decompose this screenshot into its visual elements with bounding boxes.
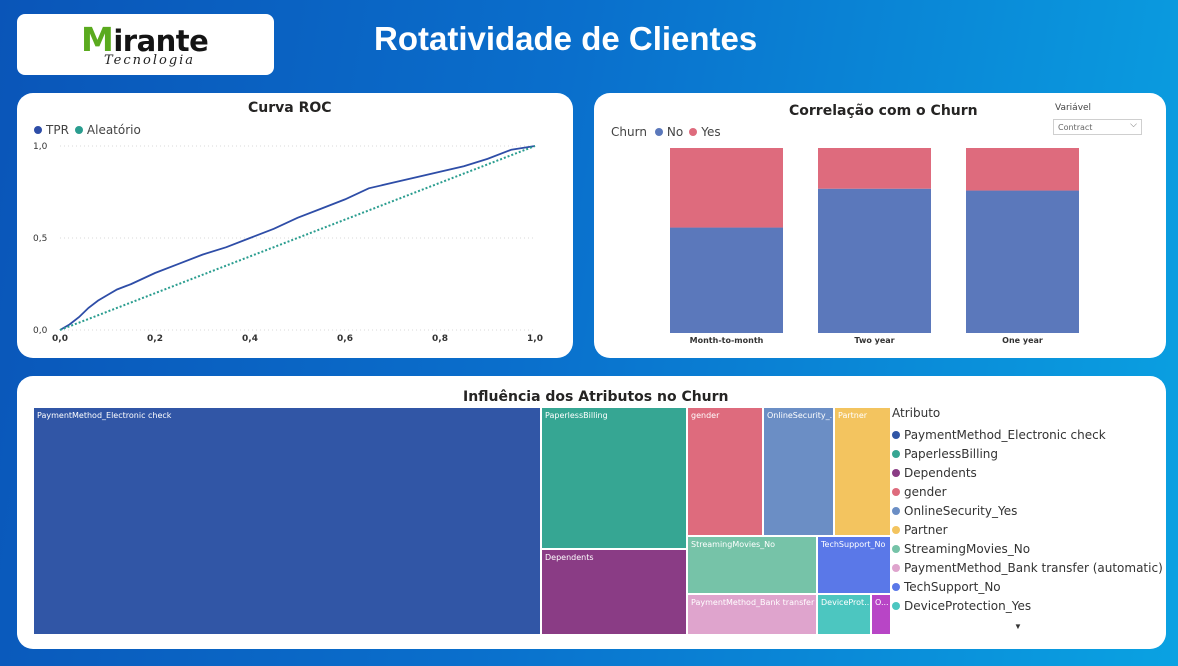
treemap-legend-item[interactable]: PaperlessBilling (892, 444, 1163, 463)
legend-label: DeviceProtection_Yes (904, 598, 1032, 613)
logo-subtitle: Tecnologia (104, 53, 196, 68)
treemap-tile[interactable]: Dependents (541, 549, 687, 635)
bar-yes (818, 148, 931, 189)
roc-x-tick-label: 1,0 (527, 334, 543, 344)
legend-label: StreamingMovies_No (904, 541, 1031, 556)
legend-label: gender (904, 484, 947, 499)
legend-scroll-down-icon[interactable]: ▼ (1014, 622, 1022, 631)
treemap-tile-label: O... (875, 598, 889, 607)
legend-label: Partner (904, 522, 948, 537)
roc-y-tick-label: 0,0 (33, 326, 48, 336)
legend-dot (892, 544, 900, 553)
treemap-tile-label: Dependents (545, 553, 594, 562)
treemap-legend-title: Atributo (892, 406, 941, 420)
treemap-tile-label: gender (691, 411, 720, 420)
bar-yes (966, 148, 1079, 191)
legend-dot (892, 430, 900, 439)
treemap-tile[interactable]: TechSupport_No (817, 536, 891, 594)
bar-no (966, 190, 1079, 333)
treemap-plot: PaymentMethod_Electronic check PaperlessB… (33, 407, 891, 635)
treemap-legend-item[interactable]: TechSupport_No (892, 577, 1163, 596)
legend-label: OnlineSecurity_Yes (904, 503, 1018, 518)
churn-chart-card[interactable]: Correlação com o Churn Churn No Yes Vari… (594, 93, 1166, 358)
roc-x-tick-label: 0,8 (432, 334, 448, 344)
treemap-tile[interactable]: Partner (834, 407, 891, 536)
logo-card: Mirante Tecnologia (17, 14, 274, 75)
roc-x-tick-label: 0,2 (147, 334, 163, 344)
treemap-tile-label: StreamingMovies_No (691, 540, 776, 549)
treemap-legend-item[interactable]: DeviceProtection_Yes (892, 596, 1163, 615)
page-title: Rotatividade de Clientes (374, 20, 758, 57)
bar-no (818, 188, 931, 333)
treemap-tile[interactable]: StreamingMovies_No (687, 536, 817, 594)
roc-y-tick-label: 0,5 (33, 234, 47, 244)
legend-dot (892, 487, 900, 496)
legend-label: Dependents (904, 465, 977, 480)
churn-plot: Month-to-month Two year One year (670, 148, 1079, 345)
treemap-tile-label: PaymentMethod_Electronic check (37, 411, 172, 420)
treemap-tile[interactable]: O... (871, 594, 891, 635)
roc-x-tick-label: 0,6 (337, 334, 353, 344)
treemap-legend-item[interactable]: PaymentMethod_Electronic check (892, 425, 1163, 444)
treemap-legend-item[interactable]: Partner (892, 520, 1163, 539)
roc-plot: 0,0 0,5 1,0 0,0 0,2 0,4 0,6 0,8 1,0 (33, 142, 543, 344)
treemap-legend-item[interactable]: PaymentMethod_Bank transfer (automatic) (892, 558, 1163, 577)
treemap-legend-item[interactable]: StreamingMovies_No (892, 539, 1163, 558)
treemap-tile[interactable]: PaymentMethod_Bank transfer (... (687, 594, 817, 635)
legend-label: TechSupport_No (904, 579, 1001, 594)
roc-chart-card[interactable]: Curva ROC TPR Aleatório 0,0 0,5 1,0 0,0 0,2 0… (17, 93, 573, 358)
treemap-legend: Atributo PaymentMethod_Electronic check P… (892, 406, 1163, 615)
roc-random-line (59, 145, 536, 331)
roc-x-tick-label: 0,4 (242, 334, 258, 344)
treemap-tile-label: OnlineSecurity_... (767, 411, 834, 420)
legend-dot (892, 601, 900, 610)
bar-yes (670, 148, 783, 228)
bar-category-label: Two year (854, 336, 894, 345)
treemap-tile[interactable]: gender (687, 407, 763, 536)
legend-dot (892, 525, 900, 534)
treemap-tile-label: PaperlessBilling (545, 411, 608, 420)
treemap-tile[interactable]: PaymentMethod_Electronic check (33, 407, 541, 635)
treemap-tile[interactable]: OnlineSecurity_... (763, 407, 834, 536)
treemap-legend-item[interactable]: Dependents (892, 463, 1163, 482)
legend-label: PaymentMethod_Electronic check (904, 427, 1106, 442)
roc-x-tick-label: 0,0 (52, 334, 68, 344)
treemap-card[interactable]: Influência dos Atributos no Churn Paymen… (17, 376, 1166, 649)
treemap-tile-label: Partner (838, 411, 868, 420)
bar-no (670, 227, 783, 333)
treemap-tile-label: DeviceProt... (821, 598, 871, 607)
legend-dot (892, 506, 900, 515)
legend-dot (892, 582, 900, 591)
legend-dot (892, 468, 900, 477)
treemap-legend-item[interactable]: gender (892, 482, 1163, 501)
treemap-tile[interactable]: DeviceProt... (817, 594, 871, 635)
treemap-title: Influência dos Atributos no Churn (463, 389, 729, 405)
treemap-tile[interactable]: PaperlessBilling (541, 407, 687, 549)
treemap-tile-label: PaymentMethod_Bank transfer (... (691, 598, 817, 607)
roc-y-tick-label: 1,0 (33, 142, 48, 152)
legend-label: PaymentMethod_Bank transfer (automatic) (904, 560, 1163, 575)
bar-category-label: One year (1002, 336, 1043, 345)
legend-label: PaperlessBilling (904, 446, 998, 461)
treemap-legend-item[interactable]: OnlineSecurity_Yes (892, 501, 1163, 520)
legend-dot (892, 563, 900, 572)
treemap-tile-label: TechSupport_No (821, 540, 886, 549)
legend-dot (892, 449, 900, 458)
bar-category-label: Month-to-month (690, 336, 764, 345)
